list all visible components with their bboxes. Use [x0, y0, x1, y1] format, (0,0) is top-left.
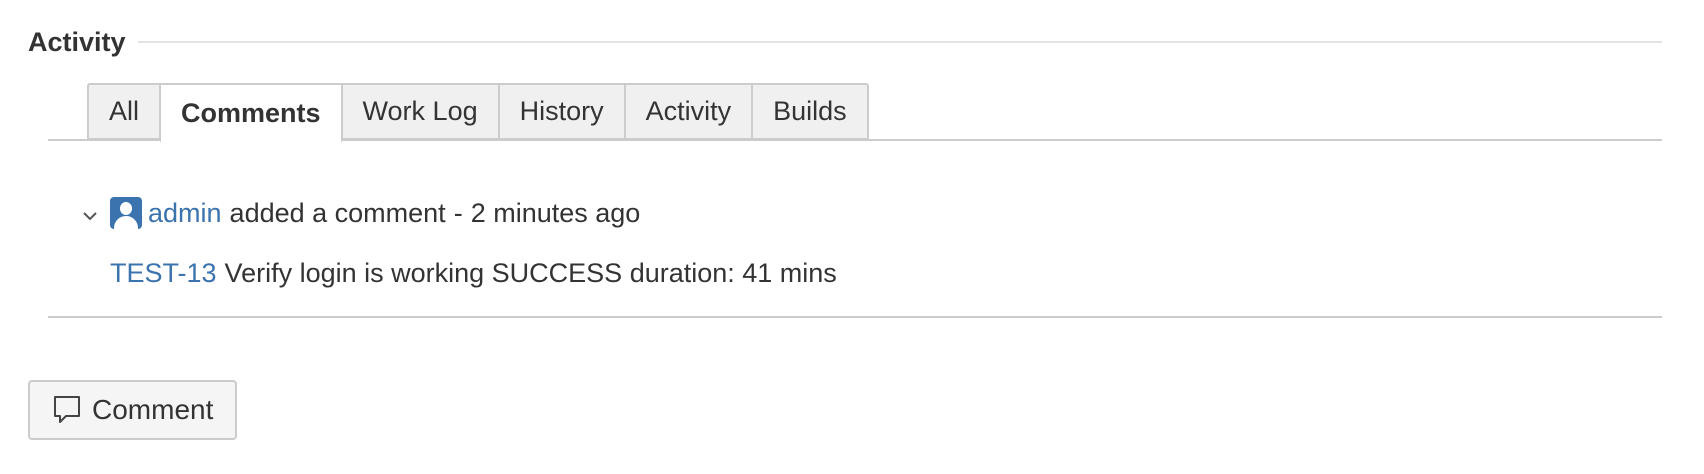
comment-action: added a comment: [229, 197, 446, 228]
speech-bubble-icon: [52, 394, 82, 426]
comment-button-label: Comment: [92, 394, 214, 425]
comment-timestamp[interactable]: 2 minutes ago: [471, 198, 641, 229]
comment-header: admin added a comment - 2 minutes ago: [76, 195, 640, 231]
activity-tabs: All Comments Work Log History Activity B…: [48, 83, 1662, 143]
comment-separator: -: [453, 197, 463, 228]
user-avatar-icon[interactable]: [110, 197, 142, 229]
tab-builds[interactable]: Builds: [752, 83, 869, 140]
comment-author-link[interactable]: admin: [148, 198, 222, 229]
issue-key-link[interactable]: TEST-13: [110, 258, 217, 289]
tab-history[interactable]: History: [498, 83, 625, 140]
section-divider: [137, 41, 1662, 43]
comment-text: Verify login is working SUCCESS duration…: [224, 257, 837, 288]
tab-list: All Comments Work Log History Activity B…: [87, 83, 869, 143]
section-title: Activity: [28, 26, 126, 57]
comment-body: TEST-13 Verify login is working SUCCESS …: [110, 255, 837, 291]
tab-all[interactable]: All: [87, 83, 161, 140]
tab-work-log[interactable]: Work Log: [341, 83, 499, 140]
tab-comments[interactable]: Comments: [160, 83, 342, 143]
comment-button[interactable]: Comment: [28, 380, 237, 440]
tab-activity[interactable]: Activity: [624, 83, 753, 140]
chevron-down-icon[interactable]: [76, 202, 104, 230]
comment-item: admin added a comment - 2 minutes ago TE…: [48, 141, 1662, 318]
activity-section-header: Activity: [28, 22, 1662, 62]
